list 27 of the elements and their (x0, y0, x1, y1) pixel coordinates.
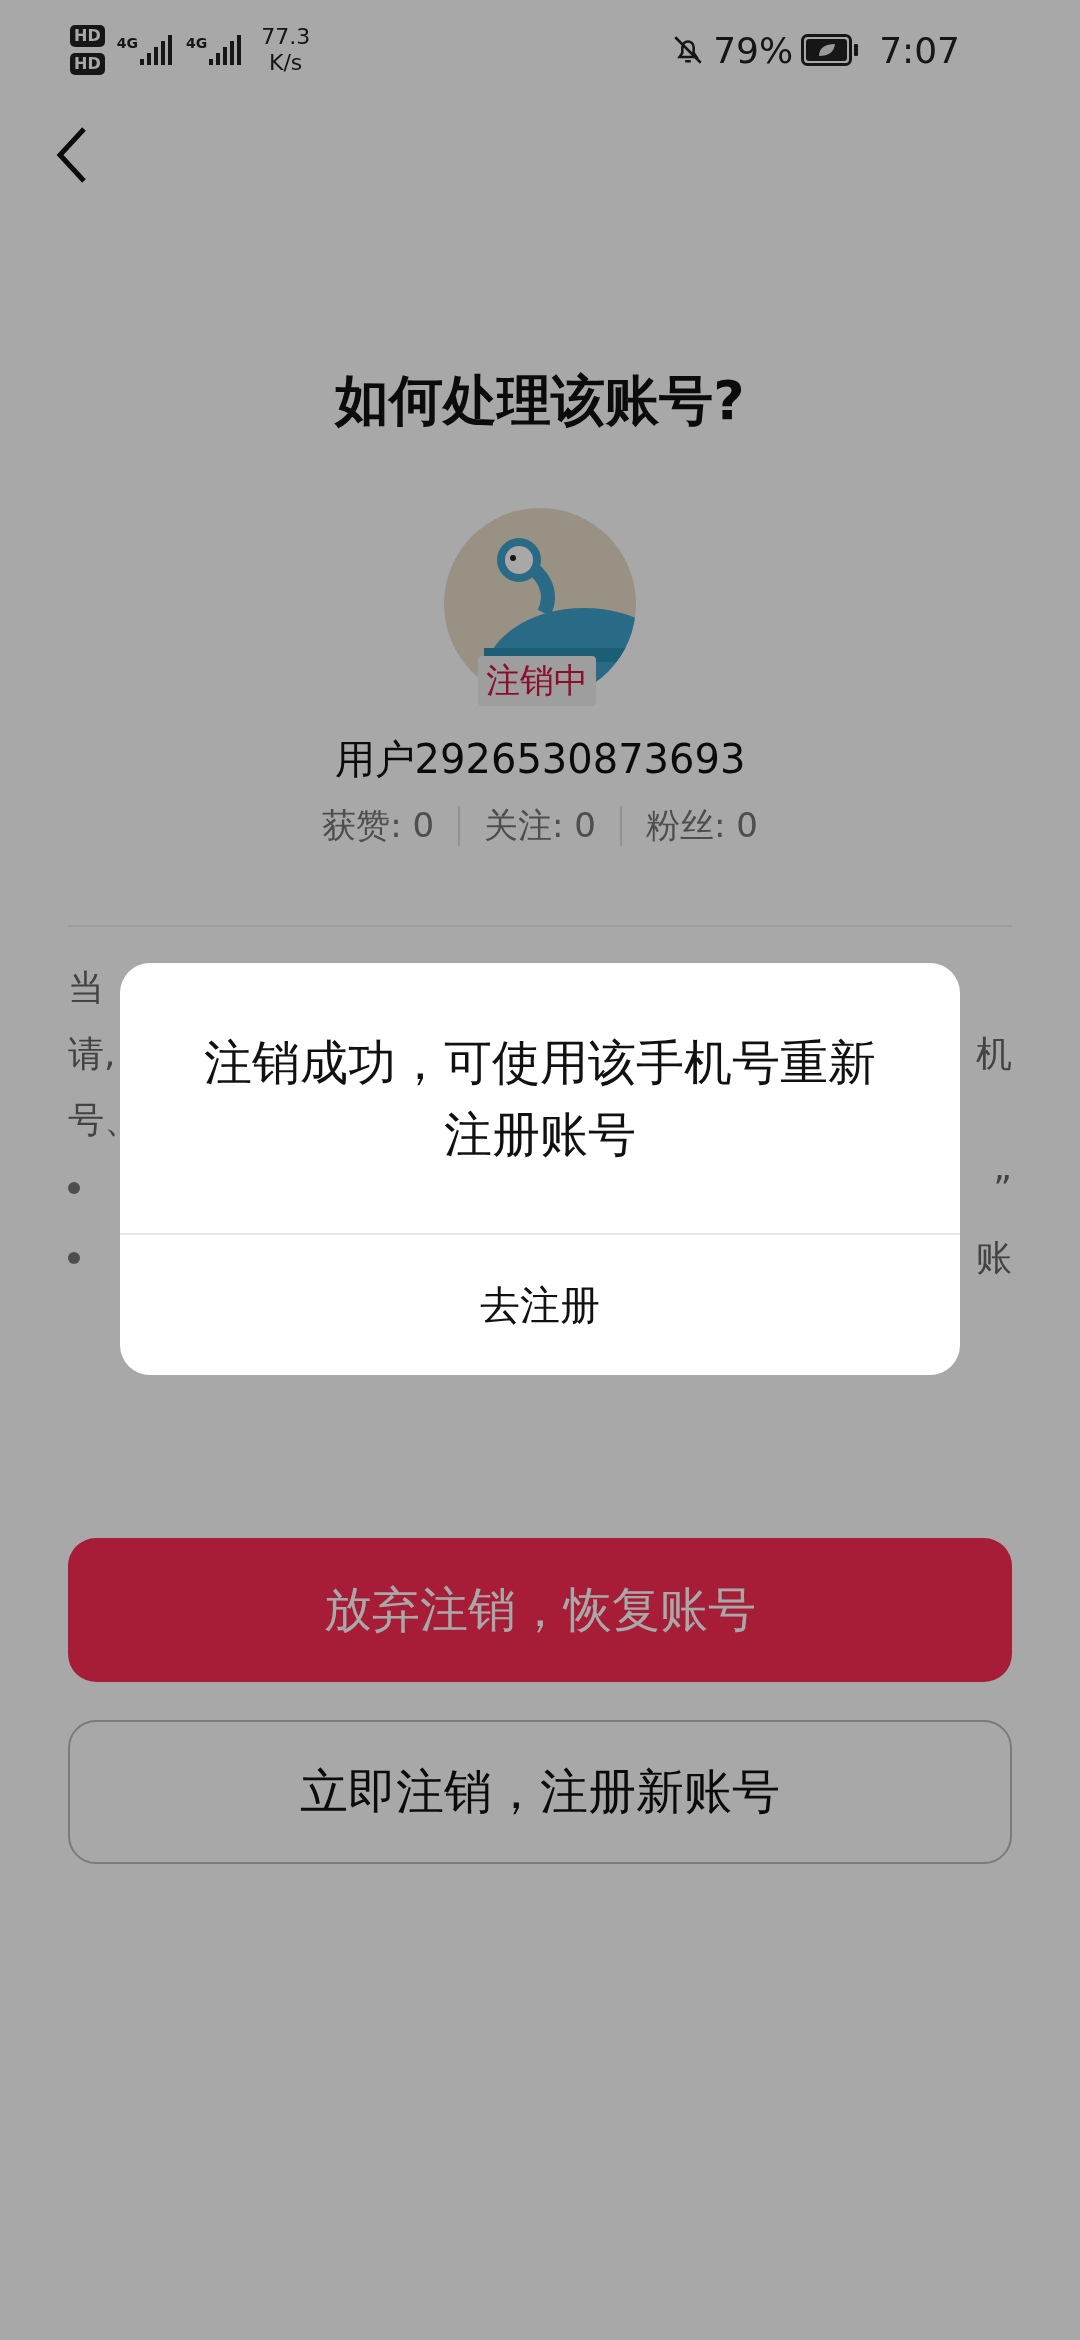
bullet-dot (68, 1182, 80, 1194)
username: 用户2926530873693 (333, 735, 747, 784)
network-label: 4G (185, 35, 208, 51)
register-button[interactable]: 去注册 (120, 1235, 960, 1375)
stat-label: 关注: 0 (484, 804, 596, 847)
status-badge: 注销中 (478, 656, 596, 706)
signal-icon (209, 35, 244, 65)
notice-text: 机 (976, 1031, 1012, 1076)
signal-icon (139, 35, 174, 65)
hd-badge: HD (70, 25, 105, 47)
network-label: 4G (116, 35, 138, 51)
notice-text: 当 (68, 965, 104, 1010)
notice-text: ” (993, 1167, 1012, 1209)
action-button[interactable]: 立即注销，注册新账号 (68, 1720, 1012, 1864)
battery-icon (801, 34, 860, 66)
notice-text: 请, (68, 1031, 116, 1076)
notice-text: 账 (976, 1235, 1012, 1280)
clock: 7:07 (879, 29, 960, 71)
bullet-dot (68, 1252, 80, 1264)
network-speed: 77.3 (261, 24, 311, 50)
hd-badge: HD (70, 53, 105, 75)
stat-label: 粉丝: 0 (645, 804, 758, 847)
page-title: 如何处理该账号? (333, 368, 746, 434)
dialog-message: 注销成功，可使用该手机号重新注册账号 (120, 963, 960, 1235)
stat-label: 获赞: 0 (322, 804, 435, 847)
battery-percent: 79% (713, 29, 794, 71)
speed-unit: K/s (268, 50, 303, 76)
